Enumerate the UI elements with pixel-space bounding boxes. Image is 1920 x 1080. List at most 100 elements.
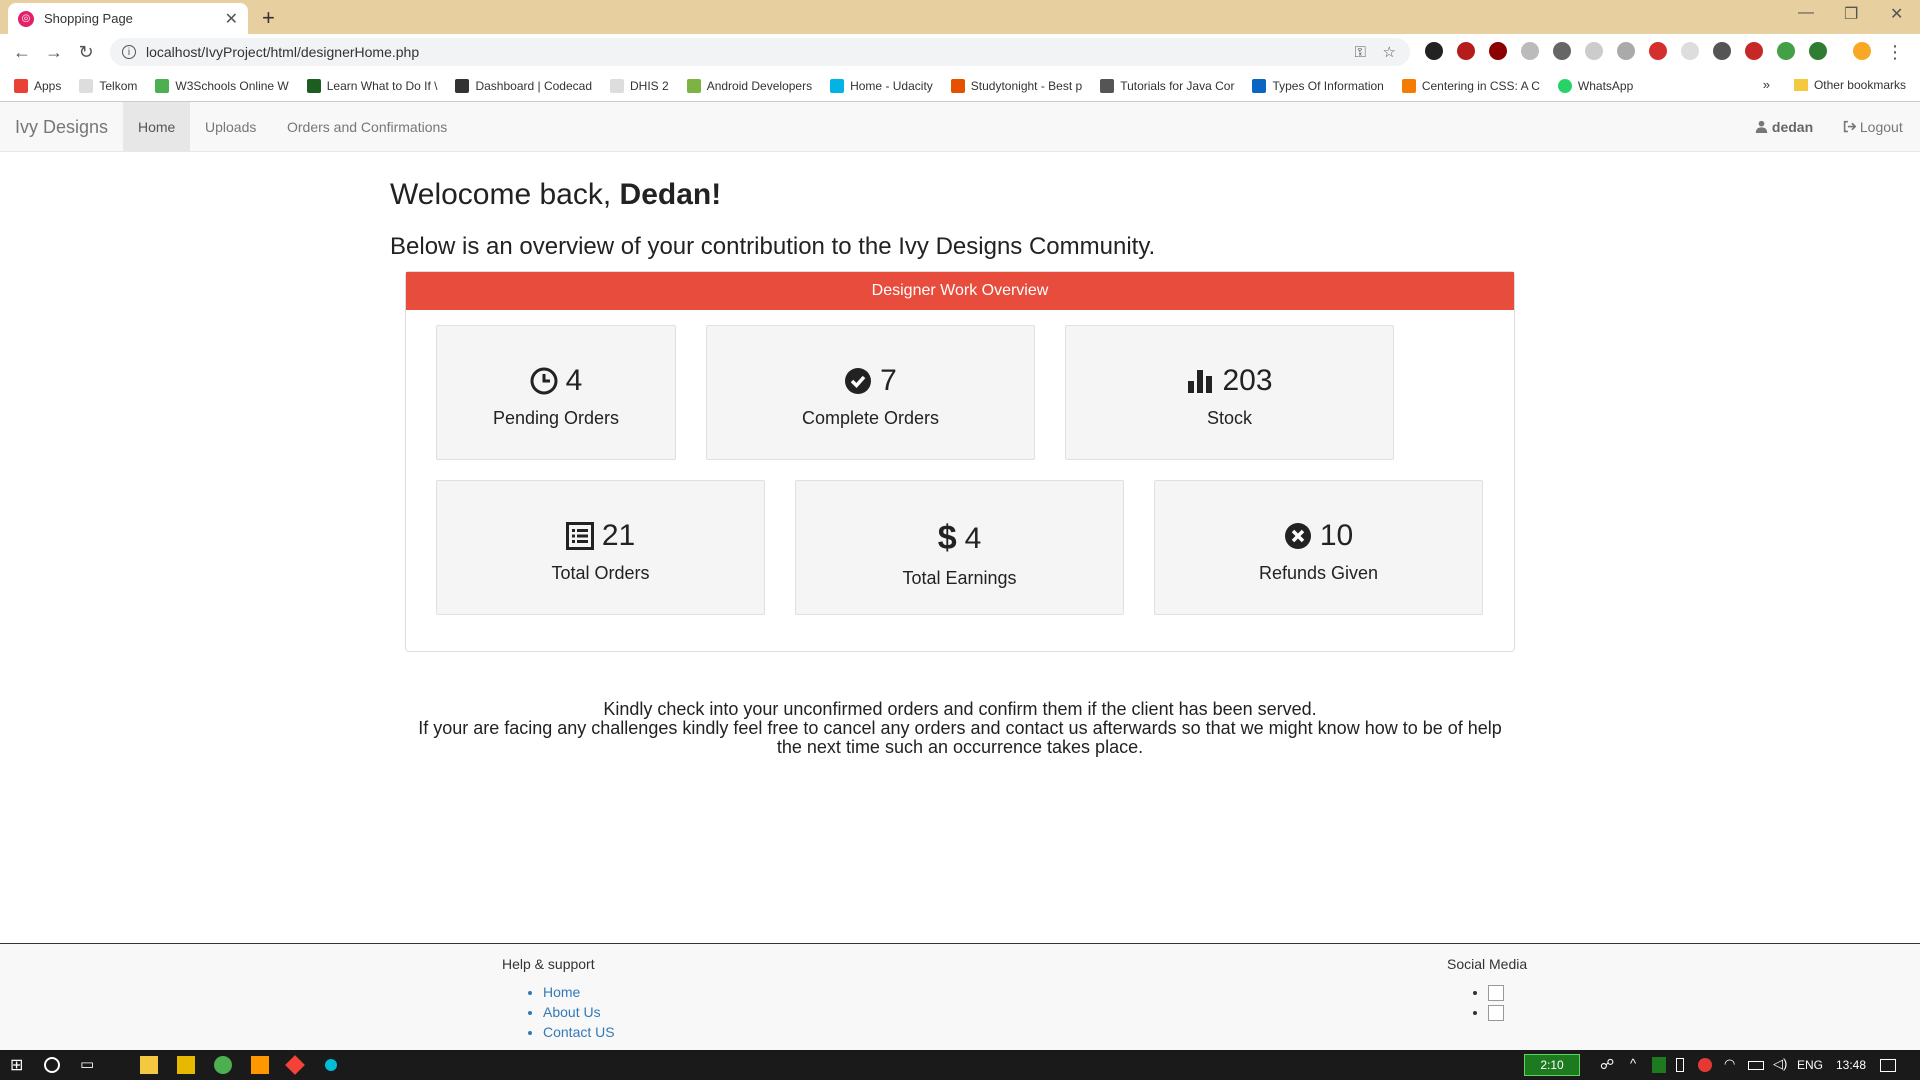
card-label: Complete Orders: [801, 408, 940, 428]
total-orders-card: 21 Total Orders: [436, 480, 765, 615]
bookmark-item[interactable]: Telkom: [79, 78, 137, 93]
panel-heading: Designer Work Overview: [406, 272, 1514, 310]
extension-icon[interactable]: [1425, 42, 1443, 60]
close-window-icon[interactable]: ✕: [1890, 4, 1903, 24]
bookmark-item[interactable]: Android Developers: [686, 78, 812, 93]
extension-icon[interactable]: [1521, 42, 1539, 60]
browser-menu-icon[interactable]: ⋮: [1886, 42, 1904, 63]
broken-image-icon[interactable]: [1488, 1005, 1504, 1022]
restore-icon[interactable]: ❐: [1844, 4, 1858, 24]
windows-start-icon[interactable]: ⊞: [10, 1055, 23, 1075]
store-icon[interactable]: [140, 1056, 158, 1074]
pending-orders-card: 4 Pending Orders: [436, 325, 676, 460]
task-view-icon[interactable]: ▭: [80, 1055, 94, 1073]
volume-icon[interactable]: ◁): [1773, 1056, 1787, 1072]
bookmark-item[interactable]: Home - Udacity: [830, 78, 933, 93]
search-icon[interactable]: [44, 1057, 60, 1073]
whatsapp-icon: [1557, 78, 1572, 93]
profile-avatar-icon[interactable]: [1853, 42, 1871, 60]
new-tab-icon[interactable]: +: [262, 5, 275, 31]
bookmark-item[interactable]: Centering in CSS: A C: [1401, 78, 1540, 93]
page-icon: [79, 78, 94, 93]
nav-home[interactable]: Home: [123, 102, 191, 152]
battery-icon[interactable]: [1748, 1061, 1764, 1070]
folder-icon: [1793, 79, 1808, 91]
clock-time[interactable]: 13:48: [1836, 1058, 1866, 1072]
app-icon[interactable]: [325, 1059, 337, 1071]
back-icon[interactable]: ←: [6, 42, 38, 63]
broken-image-icon[interactable]: [1488, 985, 1504, 1002]
designer-work-overview-panel: Designer Work Overview 4 Pending Orders …: [405, 271, 1515, 652]
bookmark-item[interactable]: Dashboard | Codecad: [455, 78, 592, 93]
social-media-heading: Social Media: [1447, 956, 1528, 972]
user-icon: [1755, 120, 1768, 133]
url-bar[interactable]: i localhost/IvyProject/html/designerHome…: [110, 38, 1410, 66]
info-icon[interactable]: i: [122, 45, 136, 59]
more-bookmarks-icon[interactable]: »: [1763, 77, 1770, 92]
dollar-icon: $: [937, 519, 957, 557]
bookmark-item[interactable]: DHIS 2: [610, 78, 669, 93]
chrome-icon[interactable]: [214, 1056, 232, 1074]
minimize-icon[interactable]: —: [1798, 4, 1814, 22]
close-tab-icon[interactable]: ✕: [225, 9, 238, 29]
logout-link[interactable]: Logout: [1843, 102, 1903, 152]
css-icon: [1401, 78, 1416, 93]
people-icon[interactable]: ☍: [1600, 1056, 1614, 1073]
footer-link-contact[interactable]: Contact US: [543, 1022, 615, 1042]
notice-text: Kindly check into your unconfirmed order…: [405, 700, 1515, 757]
tray-chrome-icon[interactable]: [1698, 1058, 1712, 1072]
bookmark-item[interactable]: Studytonight - Best p: [950, 78, 1082, 93]
windows-taskbar: ⊞ ▭ 2:10 ☍ ^ ◠ ◁) ENG 13:48: [0, 1050, 1920, 1080]
other-bookmarks[interactable]: Other bookmarks: [1793, 78, 1906, 92]
file-explorer-icon[interactable]: [177, 1056, 195, 1074]
studytonight-icon: [950, 78, 965, 93]
extension-icon[interactable]: [1457, 42, 1475, 60]
nav-orders-confirmations[interactable]: Orders and Confirmations: [272, 102, 462, 152]
language-indicator[interactable]: ENG: [1797, 1058, 1823, 1072]
battery-timer-badge[interactable]: 2:10: [1524, 1054, 1580, 1076]
extension-icon[interactable]: [1649, 42, 1667, 60]
footer-link-home[interactable]: Home: [543, 982, 615, 1002]
footer-link-about[interactable]: About Us: [543, 1002, 615, 1022]
extension-icon[interactable]: [1553, 42, 1571, 60]
card-value: 4: [565, 364, 583, 397]
bookmark-item[interactable]: W3Schools Online W: [155, 78, 289, 93]
reload-icon[interactable]: ↻: [70, 42, 102, 63]
sublime-icon[interactable]: [251, 1056, 269, 1074]
bookmark-item[interactable]: Learn What to Do If \: [306, 78, 437, 93]
extension-icon[interactable]: [1489, 42, 1507, 60]
social-link[interactable]: [1488, 982, 1504, 1002]
card-label: Pending Orders: [492, 408, 620, 428]
social-link[interactable]: [1488, 1002, 1504, 1022]
notifications-icon[interactable]: [1880, 1059, 1896, 1072]
wifi-icon[interactable]: ◠: [1724, 1056, 1735, 1072]
tray-app-icon[interactable]: [1652, 1057, 1666, 1073]
extension-icon[interactable]: [1745, 42, 1763, 60]
extension-icon[interactable]: [1617, 42, 1635, 60]
git-icon[interactable]: [285, 1055, 305, 1075]
bookmark-star-icon[interactable]: ⚿ ☆: [1354, 43, 1396, 61]
bookmark-item[interactable]: Apps: [14, 78, 61, 93]
card-value: 203: [1222, 364, 1273, 397]
nav-uploads[interactable]: Uploads: [190, 102, 271, 152]
extension-icon[interactable]: [1713, 42, 1731, 60]
usb-icon[interactable]: [1676, 1058, 1684, 1072]
list-icon: [565, 522, 594, 550]
extension-icon[interactable]: [1585, 42, 1603, 60]
tab-title: Shopping Page: [44, 11, 133, 26]
extension-icon[interactable]: [1681, 42, 1699, 60]
bookmark-item[interactable]: Types Of Information: [1252, 78, 1384, 93]
bookmark-item[interactable]: Tutorials for Java Cor: [1100, 78, 1234, 93]
welcome-name: Dedan!: [619, 178, 722, 211]
extension-icon[interactable]: [1809, 42, 1827, 60]
brand-logo[interactable]: Ivy Designs: [15, 102, 108, 152]
chevron-up-icon[interactable]: ^: [1630, 1056, 1636, 1071]
overview-subtitle: Below is an overview of your contributio…: [390, 233, 1156, 260]
forward-icon[interactable]: →: [38, 42, 70, 63]
browser-tab[interactable]: ◎ Shopping Page ✕: [8, 3, 248, 34]
user-menu[interactable]: dedan: [1755, 102, 1813, 152]
udacity-icon: [830, 78, 845, 93]
user-name: dedan: [1771, 119, 1814, 135]
bookmark-item[interactable]: WhatsApp: [1557, 78, 1633, 93]
extension-icon[interactable]: [1777, 42, 1795, 60]
